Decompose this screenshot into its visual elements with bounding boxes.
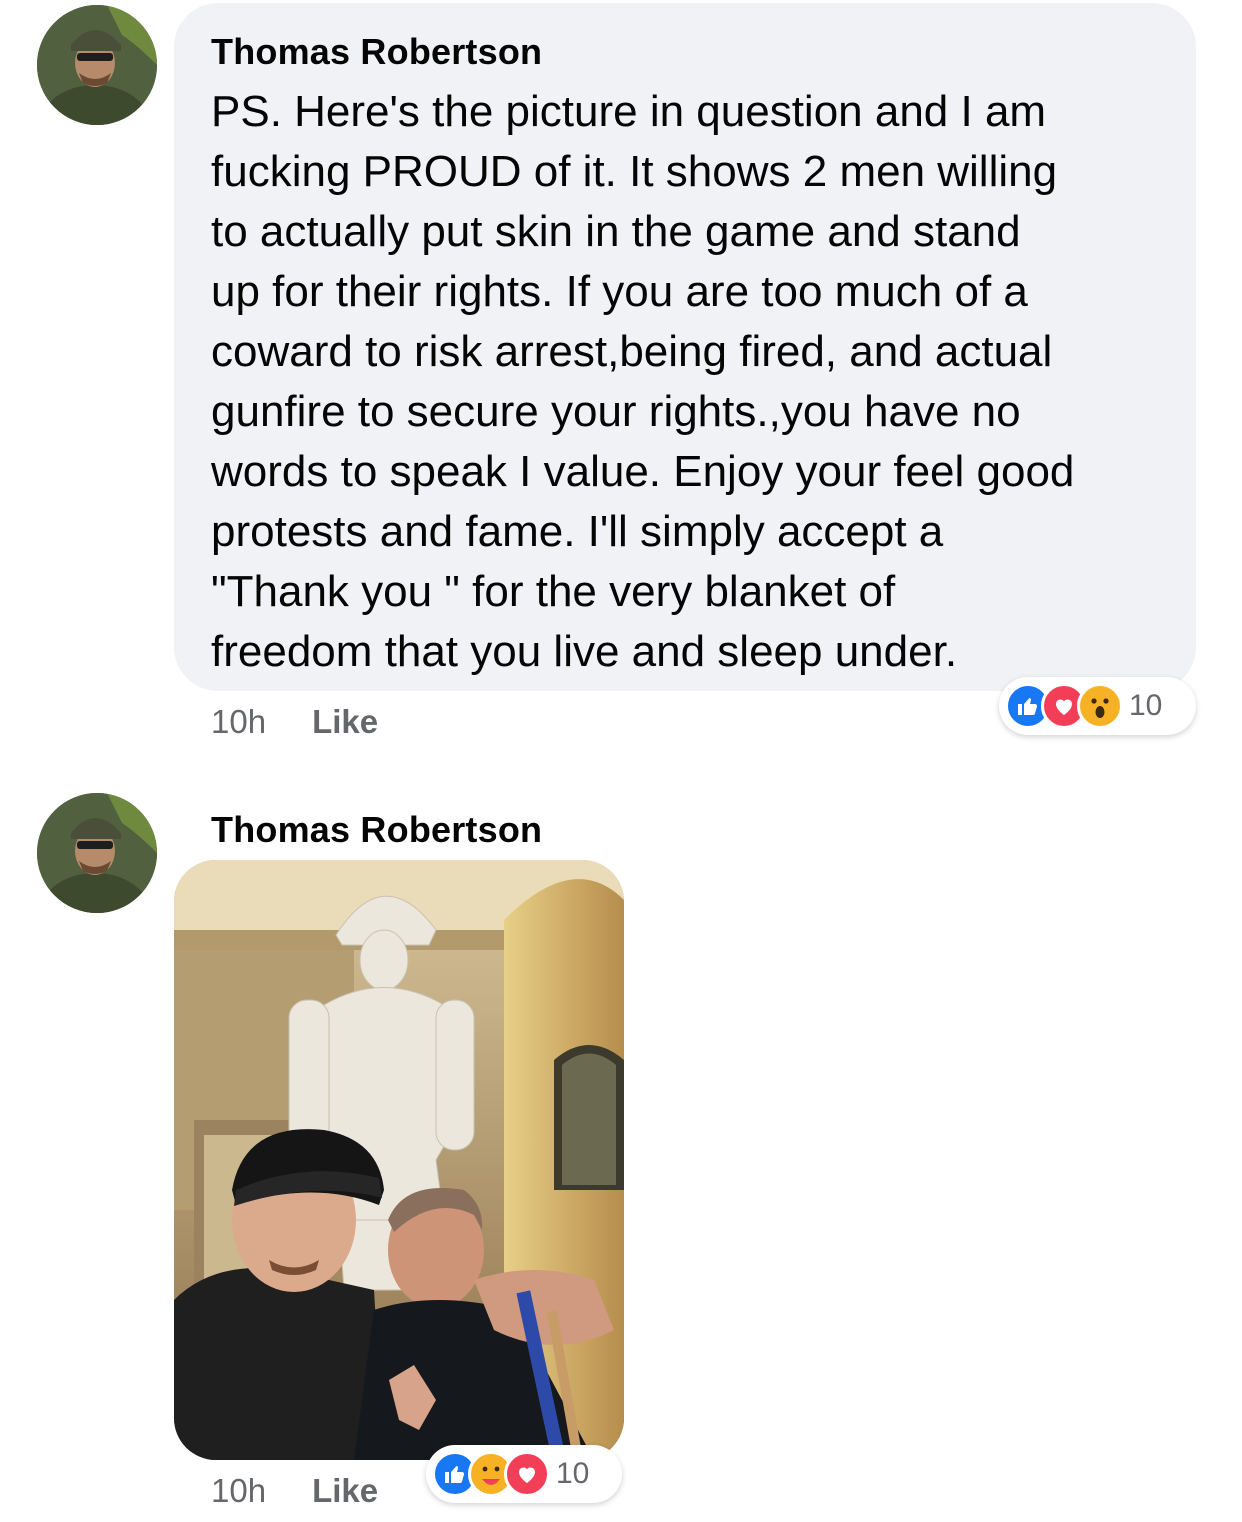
avatar[interactable] [37, 793, 157, 913]
love-icon [504, 1451, 550, 1497]
comment-text: PS. Here's the picture in question and I… [211, 87, 1075, 676]
photo-image [174, 860, 624, 1460]
avatar[interactable] [37, 5, 157, 125]
reactions-summary[interactable]: 10 [999, 677, 1196, 735]
comment-author[interactable]: Thomas Robertson [211, 809, 542, 851]
reaction-count: 10 [1129, 689, 1163, 722]
like-button[interactable]: Like [312, 1472, 378, 1509]
reactions-summary[interactable]: 10 [426, 1445, 622, 1503]
reaction-count: 10 [556, 1457, 590, 1490]
profile-photo [37, 5, 157, 125]
like-button[interactable]: Like [312, 703, 378, 740]
comment-meta: 10h Like [211, 703, 378, 741]
comment-author[interactable]: Thomas Robertson [211, 31, 542, 73]
comment-photo[interactable] [174, 860, 624, 1460]
comment-timestamp[interactable]: 10h [211, 703, 266, 740]
wow-icon [1077, 683, 1123, 729]
comment-thread: Thomas Robertson PS. Here's the picture … [0, 0, 1242, 1522]
comment-meta: 10h Like [211, 1472, 378, 1510]
comment-timestamp[interactable]: 10h [211, 1472, 266, 1509]
profile-photo [37, 793, 157, 913]
